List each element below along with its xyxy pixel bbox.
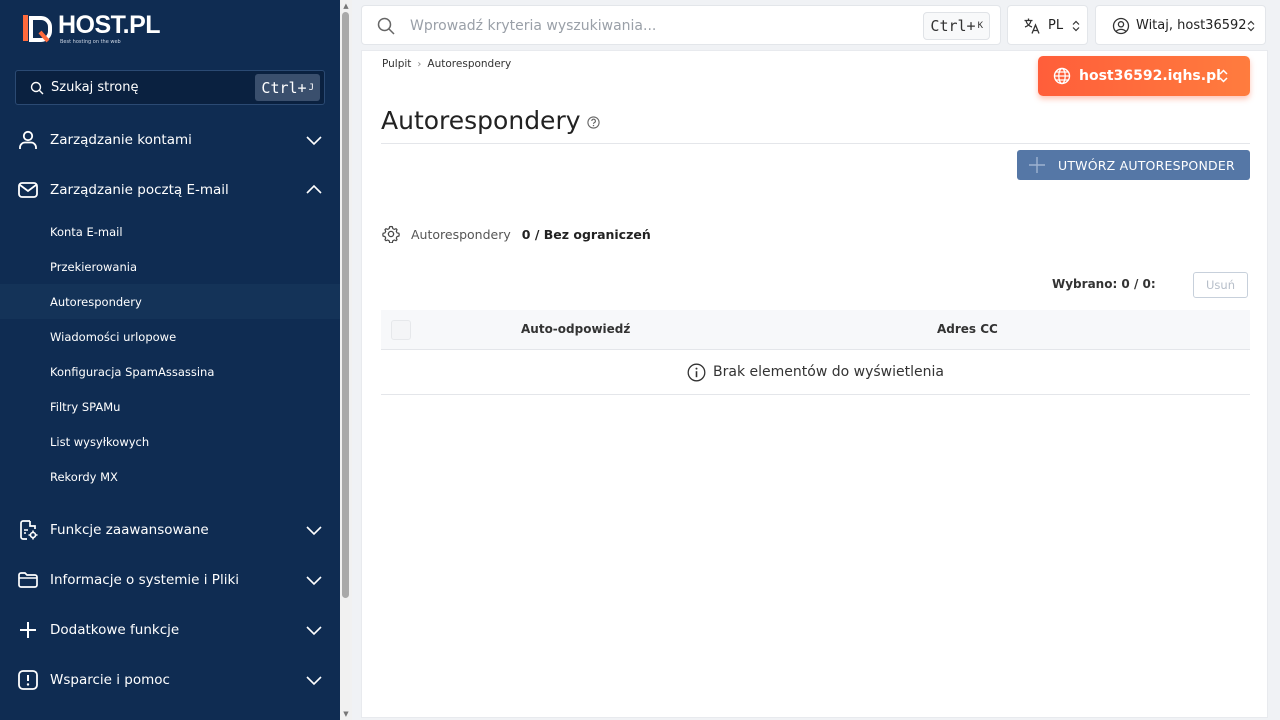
plus-icon: [1029, 157, 1045, 173]
language-select[interactable]: PL: [1007, 5, 1088, 45]
domain-name: host36592.iqhs.pl: [1079, 68, 1221, 84]
language-value: PL: [1048, 17, 1064, 33]
sidebar-search-label: Szukaj stronę: [51, 80, 139, 95]
sidebar-item-spamassassin[interactable]: Konfiguracja SpamAssassina: [0, 354, 340, 389]
scrollbar-thumb[interactable]: [342, 12, 349, 598]
sidebar-group-label: Dodatkowe funkcje: [50, 622, 180, 638]
sidebar-group-label: Funkcje zaawansowane: [50, 522, 209, 538]
chevron-down-icon: [306, 626, 322, 636]
plus-icon: [20, 622, 36, 638]
help-icon[interactable]: [587, 116, 600, 129]
search-shortcut: Ctrl+ K: [923, 12, 990, 40]
sidebar-item-label: Przekierowania: [50, 259, 137, 274]
page-title: Autorespondery: [381, 106, 581, 135]
sidebar-group-email[interactable]: Zarządzanie pocztą E-mail: [0, 165, 340, 215]
user-circle-icon: [1112, 17, 1130, 35]
shortcut-key: J: [308, 82, 314, 93]
title-divider: [381, 143, 1250, 144]
sidebar-item-spam-filters[interactable]: Filtry SPAMu: [0, 389, 340, 424]
chevron-down-icon: [306, 526, 322, 536]
gear-icon: [382, 225, 400, 243]
sidebar-item-vacation[interactable]: Wiadomości urlopowe: [0, 319, 340, 354]
user-icon: [19, 130, 37, 149]
logo[interactable]: HOST.PL Best hosting on the web: [22, 11, 161, 46]
main-content: Pulpit › Autorespondery host36592.iqhs.p…: [361, 50, 1268, 718]
brand-name: HOST.PL: [58, 11, 161, 39]
translate-icon: [1024, 18, 1040, 34]
shortcut-text: Ctrl+: [261, 78, 307, 97]
sidebar-item-label: List wysyłkowych: [50, 434, 150, 449]
globe-icon: [1053, 67, 1071, 85]
sidebar-item-forwarders[interactable]: Przekierowania: [0, 249, 340, 284]
sidebar-group-system-files[interactable]: Informacje o systemie i Pliki: [0, 555, 340, 605]
info-icon: [687, 363, 706, 381]
table-empty-row: Brak elementów do wyświetlenia: [381, 350, 1250, 395]
sidebar-item-label: Rekordy MX: [50, 469, 118, 484]
sidebar: HOST.PL Best hosting on the web Szukaj s…: [0, 0, 340, 720]
sidebar-search[interactable]: Szukaj stronę Ctrl+ J: [15, 70, 325, 105]
create-button-label: UTWÓRZ AUTORESPONDER: [1058, 157, 1235, 173]
create-autoresponder-button[interactable]: UTWÓRZ AUTORESPONDER: [1017, 150, 1250, 180]
sidebar-item-mailing-lists[interactable]: List wysyłkowych: [0, 424, 340, 459]
quota-value: 0 / Bez ograniczeń: [521, 226, 651, 242]
quota-info: Autorespondery 0 / Bez ograniczeń: [382, 225, 651, 243]
shortcut-key: K: [977, 21, 983, 31]
search-icon: [30, 81, 44, 94]
sort-icon: [1247, 20, 1255, 32]
delete-button[interactable]: Usuń: [1193, 272, 1248, 298]
alert-icon: [18, 670, 38, 690]
file-settings-icon: [20, 520, 38, 540]
scroll-up-icon[interactable]: ▲: [342, 2, 350, 10]
user-greeting: Witaj, host36592: [1136, 17, 1247, 33]
logo-mark-icon: [23, 15, 52, 43]
column-header-cc[interactable]: Adres CC: [937, 322, 998, 336]
sort-icon: [1219, 69, 1228, 83]
domain-select-button[interactable]: host36592.iqhs.pl: [1038, 56, 1250, 96]
sidebar-item-mx-records[interactable]: Rekordy MX: [0, 459, 340, 494]
sidebar-item-label: Konta E-mail: [50, 224, 123, 239]
sidebar-item-label: Wiadomości urlopowe: [50, 329, 177, 344]
column-header-autoreply[interactable]: Auto-odpowiedź: [521, 322, 630, 336]
chevron-down-icon: [306, 676, 322, 686]
sidebar-item-label: Konfiguracja SpamAssassina: [50, 364, 215, 379]
table-header: Auto-odpowiedź Adres CC: [381, 310, 1250, 350]
breadcrumb: Pulpit › Autorespondery: [382, 58, 511, 70]
shortcut-text: Ctrl+: [930, 17, 976, 35]
sidebar-group-label: Zarządzanie pocztą E-mail: [50, 182, 229, 198]
breadcrumb-home[interactable]: Pulpit: [382, 58, 411, 70]
sidebar-group-label: Wsparcie i pomoc: [50, 672, 170, 688]
sidebar-group-label: Zarządzanie kontami: [50, 132, 192, 148]
sidebar-item-label: Autorespondery: [50, 294, 142, 309]
select-all-checkbox[interactable]: [391, 320, 411, 340]
breadcrumb-separator-icon: ›: [417, 58, 422, 70]
chevron-down-icon: [306, 576, 322, 586]
sidebar-group-support[interactable]: Wsparcie i pomoc: [0, 655, 340, 705]
sidebar-group-advanced[interactable]: Funkcje zaawansowane: [0, 505, 340, 555]
sidebar-group-extra[interactable]: Dodatkowe funkcje: [0, 605, 340, 655]
quota-label: Autorespondery: [411, 226, 511, 242]
chevron-up-icon: [306, 184, 322, 194]
chevron-down-icon: [306, 136, 322, 146]
sidebar-item-email-accounts[interactable]: Konta E-mail: [0, 214, 340, 249]
selection-count: Wybrano: 0 / 0:: [1052, 277, 1156, 291]
sidebar-group-accounts[interactable]: Zarządzanie kontami: [0, 115, 340, 165]
folder-icon: [18, 572, 38, 588]
scroll-down-icon[interactable]: ▼: [342, 710, 350, 718]
mail-icon: [18, 182, 38, 198]
sidebar-scrollbar[interactable]: ▲ ▼: [340, 0, 352, 720]
global-search[interactable]: Ctrl+K: [361, 5, 1001, 45]
sidebar-search-shortcut: Ctrl+ J: [255, 74, 320, 101]
search-input[interactable]: [410, 14, 910, 38]
sidebar-item-label: Filtry SPAMu: [50, 399, 121, 414]
search-icon: [377, 17, 395, 35]
breadcrumb-current: Autorespondery: [427, 58, 512, 70]
sidebar-item-autoresponders[interactable]: Autorespondery: [0, 284, 340, 319]
brand-tagline: Best hosting on the web: [60, 39, 121, 45]
sidebar-group-label: Informacje o systemie i Pliki: [50, 572, 240, 588]
empty-message: Brak elementów do wyświetlenia: [713, 364, 944, 380]
user-menu[interactable]: Witaj, host36592: [1095, 5, 1266, 45]
sort-icon: [1072, 20, 1080, 32]
